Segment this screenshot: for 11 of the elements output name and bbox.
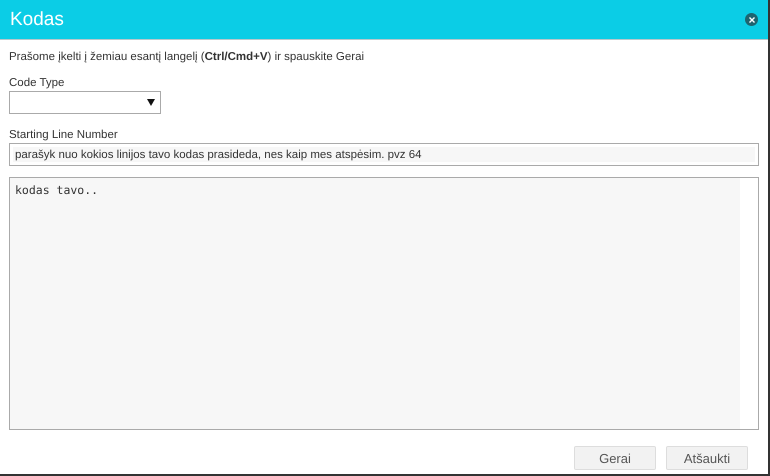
close-icon bbox=[748, 16, 754, 22]
window-title: Kodas bbox=[10, 8, 64, 30]
close-button[interactable] bbox=[745, 13, 758, 26]
field-label: Starting Line Number bbox=[9, 129, 119, 141]
line-number-field[interactable]: parašyk nuo kokios linijos tavo kodas prasideda, nes kaip mes atspėsim. pvz 64 bbox=[9, 143, 759, 166]
caret-icon bbox=[147, 99, 155, 106]
cancel-button[interactable]: Atšaukti bbox=[666, 446, 748, 470]
ok-button[interactable]: Gerai bbox=[574, 446, 656, 470]
instructions-text: Prašome įkelti į žemiau esantį langelį (Ctrl/Cmd+V) ir spauskite Gerai bbox=[9, 51, 366, 63]
code-editor[interactable]: kodas tavo.. bbox=[9, 177, 759, 430]
field-label: Code Type bbox=[9, 77, 66, 89]
